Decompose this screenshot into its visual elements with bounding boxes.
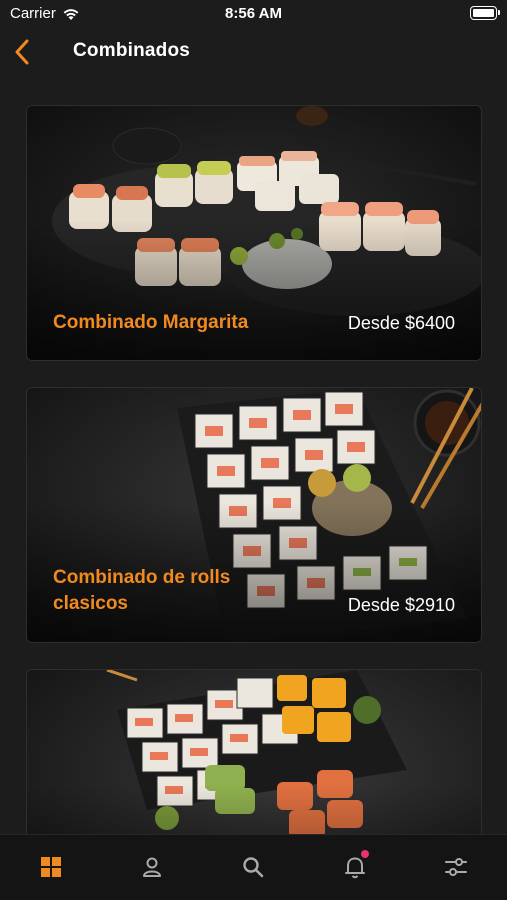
tab-search[interactable] — [233, 853, 273, 881]
tab-home[interactable] — [31, 853, 71, 881]
tab-profile[interactable] — [132, 853, 172, 881]
profile-icon — [143, 857, 162, 877]
tab-filters[interactable] — [436, 853, 476, 881]
combo-card-third[interactable] — [26, 669, 482, 834]
card-overlay — [27, 670, 481, 834]
status-time: 8:56 AM — [225, 5, 282, 22]
combo-card-rolls-clasicos[interactable]: Combinado de rolls clasicos Desde $2910 — [26, 387, 482, 643]
notification-dot — [360, 850, 369, 858]
page-title: Combinados — [73, 40, 191, 61]
tab-notifications[interactable] — [335, 850, 375, 881]
combo-price: Desde $2910 — [347, 595, 455, 615]
filters-icon — [445, 858, 468, 876]
combos-list[interactable]: Combinado Margarita Desde $6400 Combinad… — [0, 78, 507, 834]
battery-icon — [470, 6, 500, 20]
chevron-left-icon — [15, 39, 29, 65]
status-bar: Carrier 8:56 AM — [0, 0, 507, 28]
search-icon — [243, 857, 264, 878]
combo-price: Desde $6400 — [347, 313, 455, 333]
combo-card-margarita[interactable]: Combinado Margarita Desde $6400 — [26, 105, 482, 361]
combo-name: Combinado Margarita — [53, 312, 249, 333]
combo-name: Combinado de rolls clasicos — [53, 567, 231, 614]
tab-bar — [0, 834, 507, 900]
navigation-bar: Combinados — [0, 28, 507, 78]
bell-icon — [344, 857, 365, 879]
back-button[interactable] — [8, 36, 36, 68]
grid-icon — [40, 857, 61, 877]
